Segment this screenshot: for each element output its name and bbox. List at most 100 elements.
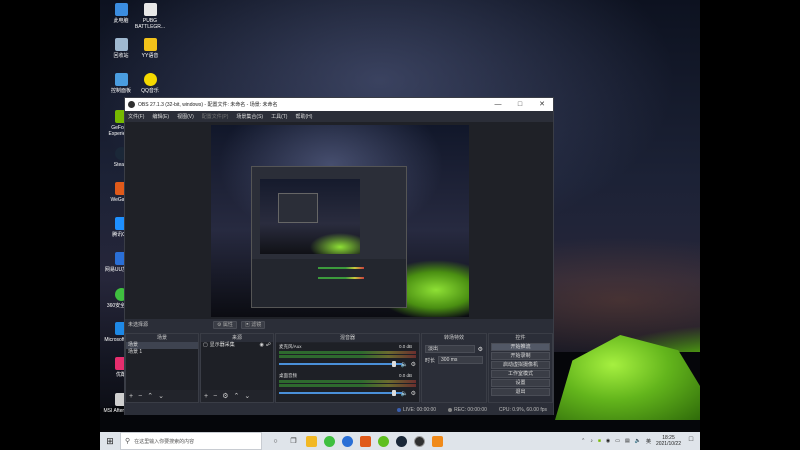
transition-select[interactable]: 淡出 <box>425 345 475 353</box>
nvidia-icon[interactable]: ■ <box>598 438 601 444</box>
wegame-icon[interactable] <box>360 435 371 447</box>
desktop-icon-qq-music[interactable]: QQ音乐 <box>130 73 170 94</box>
gear-icon[interactable]: ⚙ <box>411 390 416 397</box>
chevron-up-icon[interactable]: ⌃ <box>581 438 585 444</box>
properties-button[interactable]: ⚙ 属性 <box>213 321 237 329</box>
audio-meter <box>279 355 416 358</box>
add-scene-icon[interactable]: + <box>129 393 133 400</box>
search-placeholder: 在这里输入你要搜索的内容 <box>134 438 195 445</box>
preview-canvas[interactable] <box>211 125 469 317</box>
computer-icon <box>114 3 128 16</box>
eye-icon[interactable]: ◉ <box>260 342 264 349</box>
fader-track <box>279 363 402 365</box>
obs-icon[interactable] <box>414 435 425 447</box>
steam-tray-icon[interactable]: ◉ <box>606 438 610 444</box>
menu-tools[interactable]: 工具(T) <box>271 113 287 120</box>
remove-scene-icon[interactable]: − <box>138 393 142 400</box>
desktop-icon-yy[interactable]: YY语音 <box>130 38 170 59</box>
mixer-channel-desktop: 桌面音频 0.0 dB 🔈 ⚙ <box>279 373 416 401</box>
no-source-selected: 未选择源 <box>128 322 149 328</box>
menu-bar: 文件(F) 编辑(E) 视图(V) 配置文件(P) 场景集合(S) 工具(T) … <box>125 111 553 121</box>
desktop-icon-pubg[interactable]: PUBG BATTLEGR... <box>130 3 170 30</box>
ime-indicator[interactable]: 英 <box>646 438 651 445</box>
speaker-icon[interactable]: 🔈 <box>401 390 408 397</box>
preview-area <box>125 122 553 319</box>
recycle-bin-icon <box>114 38 128 51</box>
mixer-channel-mic: 麦克风/Aux 0.0 dB 🔈 ⚙ <box>279 344 416 372</box>
audio-meter <box>279 351 416 354</box>
live-dot-icon <box>397 407 401 412</box>
wallpaper-tent <box>555 335 700 420</box>
status-bar: LIVE: 00:00:00 REC: 00:00:00 CPU: 0.9%, … <box>125 405 553 415</box>
steam-icon[interactable] <box>396 435 407 447</box>
obs-titlebar[interactable]: OBS 27.1.3 (32-bit, windows) - 配置文件: 未命名… <box>125 98 553 111</box>
start-streaming-button[interactable]: 开始推流 <box>491 343 550 351</box>
start-button[interactable]: ⊞ <box>100 436 120 447</box>
filters-button[interactable]: ▣ 滤镜 <box>240 321 266 329</box>
obs-window: OBS 27.1.3 (32-bit, windows) - 配置文件: 未命名… <box>124 97 554 415</box>
mixer-dock-title: 混音器 <box>276 334 419 342</box>
remove-source-icon[interactable]: − <box>213 393 217 400</box>
close-button[interactable]: ✕ <box>531 98 553 111</box>
qq-music-icon[interactable] <box>324 435 335 447</box>
start-recording-button[interactable]: 开始录制 <box>491 352 550 360</box>
source-item[interactable]: ▢ 显示器采集 ◉ ☍ <box>201 342 273 349</box>
pubg-icon <box>143 3 157 16</box>
menu-help[interactable]: 帮助(H) <box>295 113 312 120</box>
fader-knob[interactable] <box>392 390 396 396</box>
add-source-icon[interactable]: + <box>204 393 208 400</box>
menu-view[interactable]: 视图(V) <box>177 113 194 120</box>
source-settings-icon[interactable]: ⚙ <box>222 392 228 400</box>
transition-type-row: 淡出 ⚙ <box>425 345 483 353</box>
start-virtual-camera-button[interactable]: 启动虚拟摄像机 <box>491 361 550 369</box>
volume-fader[interactable]: 🔈 ⚙ <box>279 361 416 368</box>
duration-input[interactable]: 300 ms <box>438 356 483 364</box>
menu-profile[interactable]: 配置文件(P) <box>202 113 229 120</box>
nested-preview-recursion <box>278 193 318 223</box>
search-box[interactable]: ⚲ 在这里输入你要搜索的内容 <box>120 432 262 450</box>
battery-icon[interactable]: ▭ <box>615 438 620 444</box>
move-down-icon[interactable]: ⌄ <box>158 392 164 400</box>
task-view-icon[interactable]: ❐ <box>288 436 299 447</box>
speaker-icon[interactable]: 🔈 <box>401 361 408 368</box>
network-icon[interactable]: ▤ <box>625 438 630 444</box>
clock[interactable]: 18:25 2021/10/22 <box>656 435 681 447</box>
fader-track <box>279 392 402 394</box>
volume-fader[interactable]: 🔈 ⚙ <box>279 390 416 397</box>
menu-file[interactable]: 文件(F) <box>128 113 144 120</box>
channel-db: 0.0 dB <box>398 373 412 378</box>
audio-meter <box>279 384 416 387</box>
file-explorer-icon[interactable] <box>306 435 317 447</box>
notification-icon[interactable]: □ <box>686 436 696 446</box>
qq-music-icon <box>143 73 157 86</box>
menu-edit[interactable]: 编辑(E) <box>152 113 169 120</box>
move-up-icon[interactable]: ⌃ <box>233 392 239 400</box>
gear-icon[interactable]: ⚙ <box>478 346 483 353</box>
maximize-button[interactable]: □ <box>509 98 531 111</box>
lock-icon[interactable]: ☍ <box>266 342 273 349</box>
mixer-body: 麦克风/Aux 0.0 dB 🔈 ⚙ 桌面音频 0.0 dB 🔈 ⚙ <box>276 343 419 402</box>
headset-icon[interactable]: ♪ <box>590 438 593 444</box>
docks-area: 未选择源 ⚙ 属性 ▣ 滤镜 场景 场景 场景 1 + − ⌃ ⌄ 来源 ▢ 显… <box>125 320 553 415</box>
volume-icon[interactable]: 🔈 <box>635 438 641 444</box>
move-down-icon[interactable]: ⌄ <box>244 392 250 400</box>
minimize-button[interactable]: — <box>487 98 509 111</box>
gear-icon[interactable]: ⚙ <box>411 361 416 368</box>
studio-mode-button[interactable]: 工作室模式 <box>491 370 550 378</box>
browser-icon[interactable] <box>342 435 353 447</box>
move-up-icon[interactable]: ⌃ <box>147 392 153 400</box>
settings-button[interactable]: 设置 <box>491 379 550 387</box>
scene-item[interactable]: 场景 <box>126 342 198 349</box>
cortana-icon[interactable]: ○ <box>270 436 281 447</box>
exit-button[interactable]: 退出 <box>491 388 550 396</box>
music-icon[interactable] <box>378 435 389 447</box>
gear-icon: ⚙ <box>217 322 222 328</box>
transitions-dock-title: 转场特效 <box>422 334 486 342</box>
scene-item[interactable]: 场景 1 <box>126 349 198 356</box>
scenes-list: 场景 场景 1 <box>126 342 198 390</box>
clock-date: 2021/10/22 <box>655 441 681 447</box>
app-icon[interactable] <box>432 435 443 447</box>
fader-knob[interactable] <box>392 361 396 367</box>
menu-scene-collection[interactable]: 场景集合(S) <box>236 113 263 120</box>
audio-meter <box>279 380 416 383</box>
